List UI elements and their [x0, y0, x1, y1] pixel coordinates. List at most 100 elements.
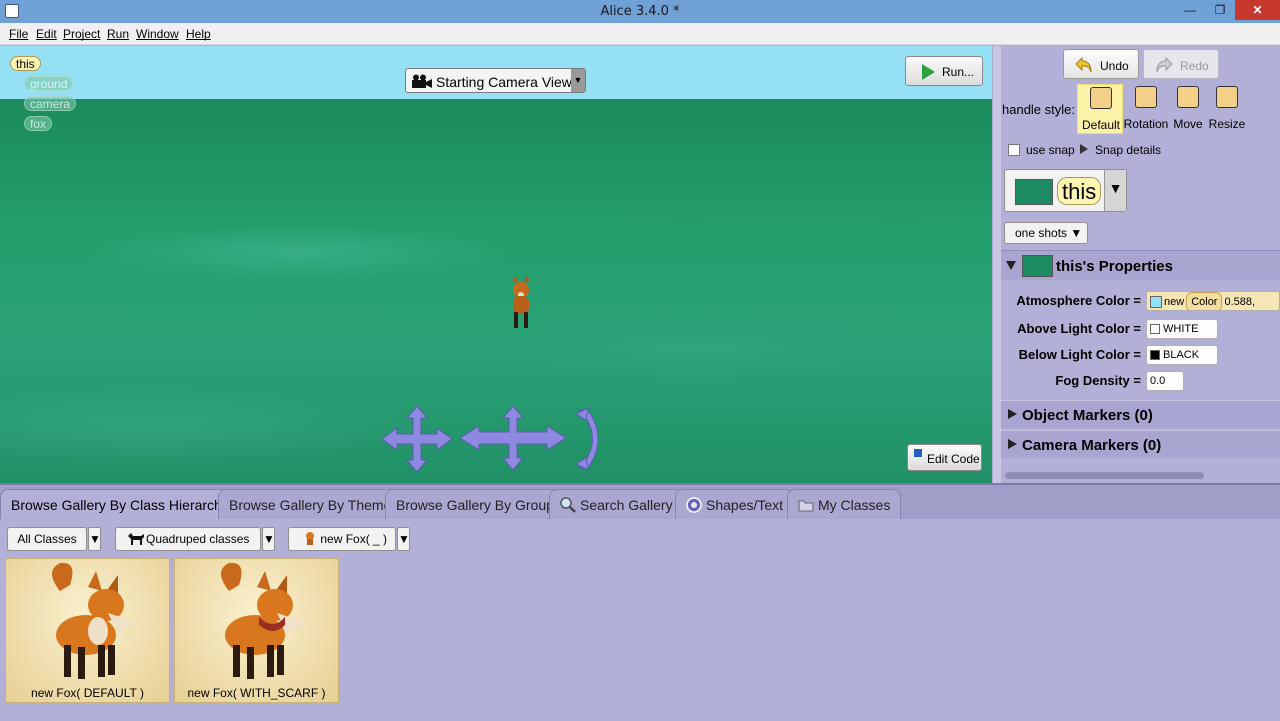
gallery-tile-fox-with-scarf[interactable]: new Fox( WITH_SCARF )	[174, 558, 339, 703]
handle-label-default: Default	[1081, 118, 1121, 132]
properties-panel: Undo Redo handle style: Default Rotation…	[1001, 46, 1280, 483]
run-button[interactable]: Run...	[905, 56, 983, 86]
window-title: Alice 3.4.0 *	[600, 4, 680, 19]
fox-icon	[306, 532, 314, 545]
properties-section-header[interactable]: this's Properties	[1001, 250, 1280, 280]
tab-my-classes[interactable]: My Classes	[787, 489, 902, 521]
fox-thumbnail	[221, 562, 307, 679]
above-light-value-text: WHITE	[1163, 323, 1199, 335]
scene-view[interactable]: this ground camera fox Starting Camera V…	[0, 46, 992, 483]
fox-3d-model[interactable]	[508, 276, 534, 330]
chevron-down-icon: ▼	[1104, 170, 1126, 211]
undo-button[interactable]: Undo	[1063, 49, 1139, 79]
one-shots-label: one shots	[1015, 226, 1068, 240]
tab-my-classes-label: My Classes	[818, 497, 891, 513]
camera-view-label: Starting Camera View	[436, 74, 572, 90]
selected-object-name: this	[1057, 177, 1102, 205]
menu-edit[interactable]: Edit	[36, 27, 57, 41]
one-shots-dropdown[interactable]: one shots ▼	[1004, 222, 1088, 244]
color-swatch	[1150, 296, 1162, 309]
selected-object-dropdown[interactable]: this ▼	[1004, 169, 1127, 212]
camera-markers-section[interactable]: Camera Markers (0)	[1001, 430, 1280, 458]
menu-file[interactable]: File	[9, 27, 28, 41]
camera-view-dropdown[interactable]: Starting Camera View ▼	[405, 68, 586, 93]
fox-thumbnail	[52, 562, 138, 679]
scene-tag-ground[interactable]: ground	[24, 76, 74, 91]
tab-class-hierarchy[interactable]: Browse Gallery By Class Hierarchy	[0, 489, 240, 521]
menu-project[interactable]: Project	[63, 27, 100, 41]
edit-code-button[interactable]: Edit Code	[907, 444, 982, 471]
vertical-splitter[interactable]	[992, 46, 1001, 483]
object-markers-title: Object Markers (0)	[1022, 407, 1153, 424]
crumb-new-fox[interactable]: new Fox( _ )	[288, 527, 396, 551]
white-swatch	[1150, 324, 1160, 335]
atmosphere-color-label: Atmosphere Color =	[1016, 293, 1141, 308]
color-class-chip: Color	[1186, 292, 1223, 310]
above-light-color-value[interactable]: WHITE	[1146, 319, 1218, 339]
scene-tag-camera[interactable]: camera	[24, 96, 77, 111]
below-light-color-label: Below Light Color =	[1018, 347, 1141, 362]
magnifier-icon	[560, 497, 576, 513]
scene-swatch	[1022, 255, 1053, 277]
chevron-down-icon[interactable]: ▼	[397, 527, 410, 551]
default-handle-icon	[1090, 87, 1112, 109]
redo-button[interactable]: Redo	[1143, 49, 1219, 79]
atmosphere-color-value[interactable]: new Color 0.588,	[1146, 291, 1280, 311]
fog-density-label: Fog Density =	[1055, 373, 1141, 388]
chevron-down-icon[interactable]: ▼	[88, 527, 101, 551]
camera-navigation-arrows[interactable]	[380, 406, 610, 472]
gallery-tile-fox-default[interactable]: new Fox( DEFAULT )	[5, 558, 170, 703]
tab-search-label: Search Gallery	[580, 497, 673, 513]
fog-density-value[interactable]: 0.0	[1146, 371, 1184, 391]
menu-help[interactable]: Help	[186, 27, 211, 41]
shapes-icon	[686, 497, 702, 513]
snap-details-toggle[interactable]: Snap details	[1095, 143, 1161, 157]
color-red-value: 0.588,	[1224, 296, 1256, 308]
object-markers-section[interactable]: Object Markers (0)	[1001, 400, 1280, 428]
handle-style-label: handle style:	[1002, 102, 1075, 117]
handle-label-resize: Resize	[1208, 117, 1246, 131]
crumb-quadruped-label: Quadruped classes	[146, 532, 250, 546]
tab-theme[interactable]: Browse Gallery By Theme	[218, 489, 403, 521]
camera-markers-title: Camera Markers (0)	[1022, 437, 1162, 454]
below-light-value-text: BLACK	[1163, 349, 1200, 361]
gallery-tab-bar: Browse Gallery By Class Hierarchy Browse…	[0, 483, 1280, 521]
close-button[interactable]: ✕	[1235, 0, 1280, 20]
crumb-new-fox-label: new Fox( _ )	[320, 532, 388, 546]
undo-icon	[1075, 56, 1092, 73]
use-snap-label[interactable]: use snap	[1026, 143, 1075, 157]
minimize-button[interactable]: —	[1176, 0, 1204, 20]
scene-tag-this[interactable]: this	[10, 56, 41, 71]
rotation-handle-icon	[1135, 86, 1157, 108]
crumb-all-classes[interactable]: All Classes	[7, 527, 87, 551]
tab-shapes-text[interactable]: Shapes/Text	[675, 489, 795, 521]
properties-title: this's Properties	[1056, 258, 1173, 275]
move-handle-icon	[1177, 86, 1199, 108]
tab-shapes-text-label: Shapes/Text	[706, 497, 784, 513]
below-light-color-value[interactable]: BLACK	[1146, 345, 1218, 365]
menu-run[interactable]: Run	[107, 27, 129, 41]
handle-style-rotation[interactable]: Rotation	[1123, 84, 1169, 134]
expand-triangle-icon[interactable]	[1080, 144, 1088, 154]
tab-theme-label: Browse Gallery By Theme	[229, 497, 392, 513]
redo-label: Redo	[1180, 59, 1209, 73]
handle-style-resize[interactable]: Resize	[1204, 84, 1250, 134]
above-light-color-label: Above Light Color =	[1017, 321, 1141, 336]
menu-window[interactable]: Window	[136, 27, 179, 41]
maximize-button[interactable]: ❐	[1206, 0, 1234, 20]
tab-group[interactable]: Browse Gallery By Group	[385, 489, 565, 521]
collapse-triangle-icon	[1006, 261, 1016, 270]
code-editor-icon	[914, 449, 922, 457]
tab-class-hierarchy-label: Browse Gallery By Class Hierarchy	[11, 497, 229, 513]
tab-search[interactable]: Search Gallery	[549, 489, 684, 521]
chevron-down-icon: ▼	[571, 69, 585, 92]
scene-tag-fox[interactable]: fox	[24, 116, 53, 131]
new-keyword: new	[1164, 296, 1185, 308]
chevron-down-icon[interactable]: ▼	[262, 527, 275, 551]
horizontal-scrollbar[interactable]	[1005, 472, 1204, 479]
handle-style-default[interactable]: Default	[1077, 84, 1123, 134]
crumb-quadruped-classes[interactable]: Quadruped classes	[115, 527, 261, 551]
tile-caption: new Fox( DEFAULT )	[31, 686, 144, 700]
undo-label: Undo	[1100, 59, 1129, 73]
use-snap-checkbox[interactable]	[1008, 144, 1020, 156]
